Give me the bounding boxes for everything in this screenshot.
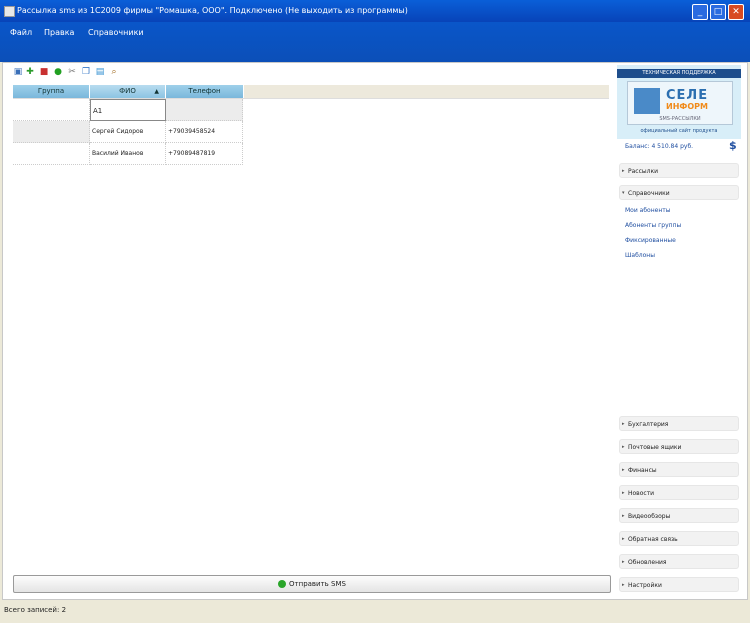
chevron-right-icon: ▸ [622, 490, 625, 496]
sidebar-item-directories[interactable]: ▾ Справочники [619, 185, 739, 200]
logo-brand-sub: SMS-РАССЫЛКИ [659, 116, 701, 122]
sidebar-link-fixed[interactable]: Фиксированные [625, 237, 676, 244]
column-header-name-label: ФИО [119, 87, 136, 95]
sidebar-item-label: Настройки [628, 582, 662, 589]
window-title: Рассылка sms из 1С2009 фирмы "Ромашка, О… [17, 6, 408, 15]
sidebar-item-mailings[interactable]: ▸ Рассылки [619, 163, 739, 178]
balance-text: Баланс: 4 510.84 руб. [625, 143, 694, 150]
chevron-right-icon: ▸ [622, 467, 625, 473]
menu-file[interactable]: Файл [10, 28, 32, 37]
sort-arrow-icon: ▲ [154, 88, 159, 95]
sidebar-item-settings[interactable]: ▸ Настройки [619, 577, 739, 592]
sidebar-item-label: Новости [628, 490, 655, 497]
logo-tagline: официальный сайт продукта [640, 128, 718, 134]
chevron-right-icon: ▸ [622, 582, 625, 588]
status-text: Всего записей: 2 [4, 606, 67, 614]
chevron-right-icon: ▸ [622, 559, 625, 565]
menu-directories[interactable]: Справочники [88, 28, 144, 37]
sidebar-item-label: Обратная связь [628, 536, 678, 543]
table-cell-group [13, 121, 90, 143]
chevron-right-icon: ▸ [622, 444, 625, 450]
add-green-icon[interactable]: ● [53, 67, 63, 77]
sidebar-item-label: Финансы [628, 467, 657, 474]
sidebar-item-label: Бухгалтерия [628, 421, 669, 428]
logo-brand-bottom: ИНФОРМ [666, 102, 708, 111]
export-icon[interactable]: ▤ [95, 67, 105, 77]
minimize-button[interactable]: _ [692, 4, 708, 20]
cut-icon[interactable]: ✂ [67, 67, 77, 77]
close-button[interactable]: ✕ [728, 4, 744, 20]
table-cell-phone[interactable] [166, 99, 243, 121]
table-cell-phone: +79039458524 [166, 121, 243, 143]
delete-icon[interactable]: ■ [39, 67, 49, 77]
sidebar: ТЕХНИЧЕСКАЯ ПОДДЕРЖКА СЕЛЕ ИНФОРМ SMS-РА… [617, 63, 743, 599]
copy-icon[interactable]: ❐ [81, 67, 91, 77]
logo-image [634, 88, 660, 114]
sidebar-item-label: Почтовые ящики [628, 444, 682, 451]
name-edit-input[interactable]: А1 [90, 99, 166, 121]
menu-edit[interactable]: Правка [44, 28, 74, 37]
logo-brand-top: СЕЛЕ [666, 88, 709, 103]
status-bar: Всего записей: 2 [0, 600, 750, 623]
send-sms-button[interactable]: Отправить SMS [13, 575, 611, 593]
sidebar-item-videos[interactable]: ▸ Видеообзоры [619, 508, 739, 523]
sidebar-link-templates[interactable]: Шаблоны [625, 252, 655, 259]
title-bar: Рассылка sms из 1С2009 фирмы "Ромашка, О… [0, 0, 750, 22]
sidebar-item-label: Рассылки [628, 168, 658, 175]
table-cell-group[interactable] [13, 99, 90, 121]
new-icon[interactable]: ▣ [13, 67, 23, 77]
table-cell-phone: +79089487819 [166, 143, 243, 165]
sidebar-item-label: Справочники [628, 190, 670, 197]
sidebar-item-finance[interactable]: ▸ Финансы [619, 462, 739, 477]
sidebar-item-label: Видеообзоры [628, 513, 671, 520]
logo-band: ТЕХНИЧЕСКАЯ ПОДДЕРЖКА [617, 69, 741, 78]
sidebar-item-updates[interactable]: ▸ Обновления [619, 554, 739, 569]
dollar-icon[interactable]: $ [729, 139, 737, 152]
chevron-right-icon: ▸ [622, 168, 625, 174]
sidebar-item-news[interactable]: ▸ Новости [619, 485, 739, 500]
column-header-group[interactable]: Группа [13, 85, 90, 98]
sidebar-item-label: Обновления [628, 559, 667, 566]
table-row[interactable]: Сергей Сидоров +79039458524 [13, 121, 243, 143]
maximize-button[interactable]: □ [710, 4, 726, 20]
app-icon [4, 6, 15, 17]
table-cell-name: Василий Иванов [90, 143, 166, 165]
grid-header: Группа ФИО ▲ Телефон [13, 85, 609, 99]
chevron-right-icon: ▸ [622, 421, 625, 427]
table-cell-group [13, 143, 90, 165]
chevron-down-icon: ▾ [622, 190, 625, 196]
send-sms-label: Отправить SMS [289, 580, 346, 588]
brand-logo[interactable]: ТЕХНИЧЕСКАЯ ПОДДЕРЖКА СЕЛЕ ИНФОРМ SMS-РА… [617, 65, 741, 139]
sidebar-link-group-subscribers[interactable]: Абоненты группы [625, 222, 681, 229]
sidebar-link-my-subscribers[interactable]: Мои абоненты [625, 207, 670, 214]
sidebar-item-mailboxes[interactable]: ▸ Почтовые ящики [619, 439, 739, 454]
main-panel: ▣ ✚ ■ ● ✂ ❐ ▤ ⌕ Группа ФИО ▲ Телефон А1 … [2, 62, 748, 600]
logo-box: СЕЛЕ ИНФОРМ SMS-РАССЫЛКИ [627, 81, 733, 125]
column-header-name[interactable]: ФИО ▲ [90, 85, 166, 98]
chevron-right-icon: ▸ [622, 513, 625, 519]
add-icon[interactable]: ✚ [25, 67, 35, 77]
sidebar-item-feedback[interactable]: ▸ Обратная связь [619, 531, 739, 546]
table-cell-name: Сергей Сидоров [90, 121, 166, 143]
search-icon[interactable]: ⌕ [109, 67, 119, 77]
sidebar-item-accounting[interactable]: ▸ Бухгалтерия [619, 416, 739, 431]
menu-bar: Файл Правка Справочники [0, 22, 750, 62]
table-row-edit: А1 [13, 99, 243, 121]
chevron-right-icon: ▸ [622, 536, 625, 542]
send-icon [278, 580, 287, 588]
column-header-phone[interactable]: Телефон [166, 85, 244, 98]
table-row[interactable]: Василий Иванов +79089487819 [13, 143, 243, 165]
